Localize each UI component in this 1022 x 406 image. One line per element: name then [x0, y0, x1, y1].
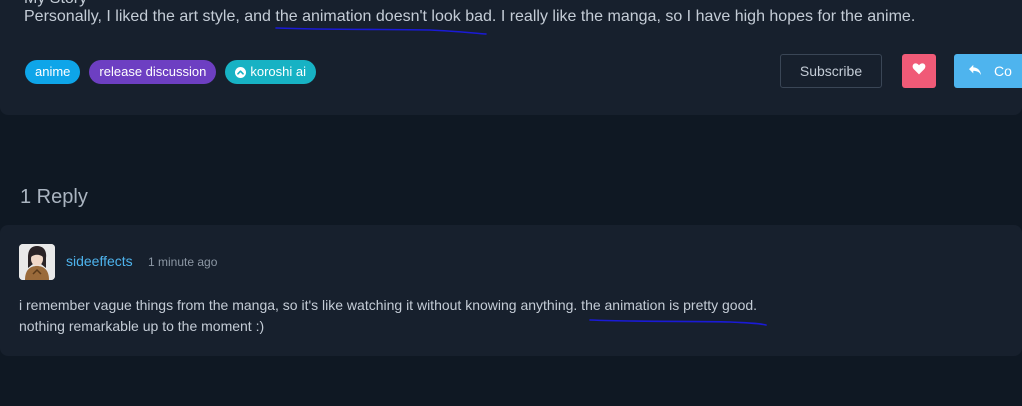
reply-timestamp[interactable]: 1 minute ago: [148, 255, 217, 269]
tag-koroshi-ai[interactable]: koroshi ai: [225, 60, 317, 84]
tag-label: release discussion: [99, 64, 207, 79]
reply-body: i remember vague things from the manga, …: [19, 295, 757, 337]
tag-list: anime release discussion koroshi ai: [25, 60, 317, 84]
post-text-partial-line: My Story: [24, 0, 87, 8]
like-button[interactable]: [902, 54, 936, 88]
tag-anime[interactable]: anime: [25, 60, 81, 84]
avatar[interactable]: [19, 244, 55, 280]
reply-icon: [968, 63, 982, 79]
comment-button[interactable]: Co: [954, 54, 1022, 88]
chevron-up-circle-icon: [235, 66, 247, 78]
heart-icon: [912, 62, 926, 80]
reply-line: i remember vague things from the manga, …: [19, 297, 758, 313]
post-text: Personally, I liked the art style, and t…: [24, 8, 916, 25]
tag-release-discussion[interactable]: release discussion: [89, 60, 217, 84]
reply-username[interactable]: sideeffects: [66, 253, 133, 269]
reply-line: nothing remarkable up to the moment :): [19, 318, 265, 334]
reply-count-heading: 1 Reply: [20, 186, 88, 208]
tag-label: anime: [35, 64, 71, 79]
comment-button-label: Co: [994, 63, 1012, 79]
subscribe-button[interactable]: Subscribe: [780, 54, 882, 88]
tag-label: koroshi ai: [250, 64, 307, 79]
post-card: My Story Personally, I liked the art sty…: [0, 0, 1022, 115]
